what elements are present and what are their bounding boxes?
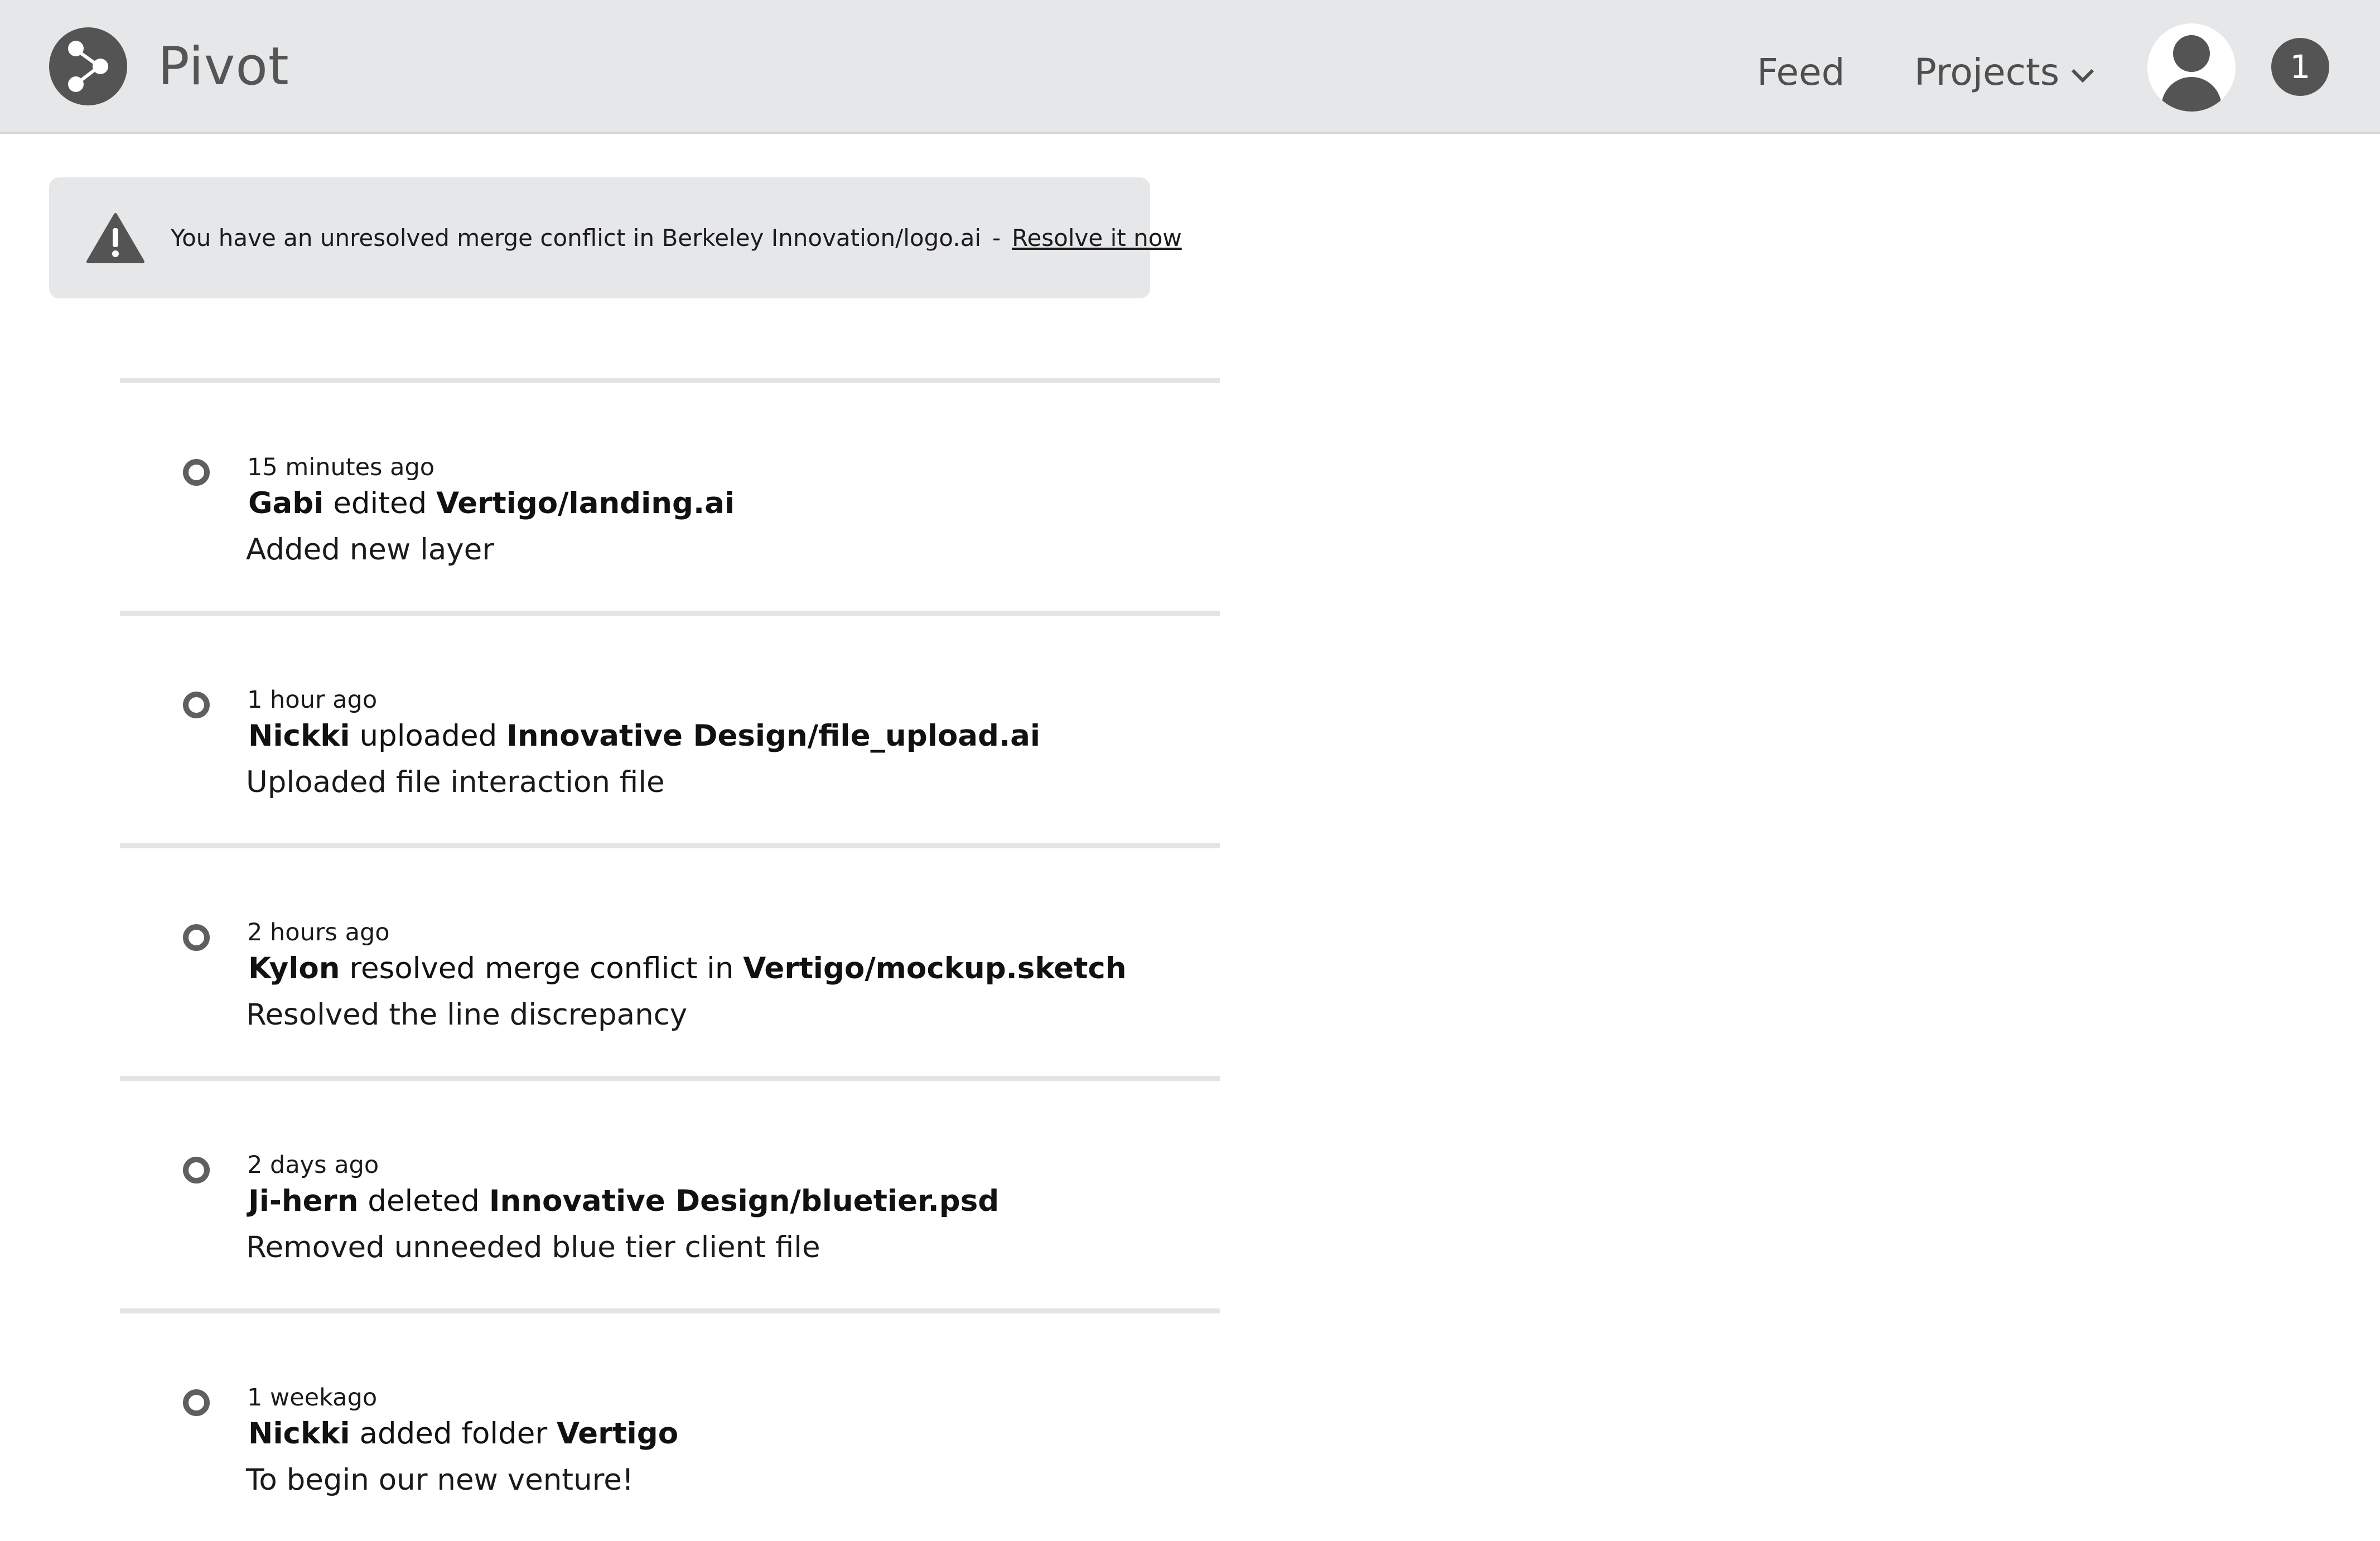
brand[interactable]: Pivot xyxy=(49,27,289,105)
feed-action: added folder xyxy=(359,1417,548,1451)
timeline-dot-icon xyxy=(183,459,210,486)
resolve-now-link[interactable]: Resolve it now xyxy=(1012,224,1182,252)
nav-projects-label: Projects xyxy=(1914,51,2060,94)
feed-headline: Gabi edited Vertigo/landing.ai xyxy=(248,486,735,520)
divider xyxy=(120,1308,1220,1313)
feed-time: 2 days ago xyxy=(247,1151,379,1179)
timeline-dot-icon xyxy=(183,1389,210,1416)
feed-target[interactable]: Innovative Design/file_upload.ai xyxy=(506,719,1040,753)
feed-item[interactable]: 1 weekago Nickki added folder Vertigo To… xyxy=(120,1313,1220,1541)
timeline-dot-icon xyxy=(183,1157,210,1183)
notification-badge[interactable]: 1 xyxy=(2271,38,2329,96)
feed-item[interactable]: 1 hour ago Nickki uploaded Innovative De… xyxy=(120,616,1220,843)
alert-message: You have an unresolved merge conflict in… xyxy=(171,224,981,252)
timeline-dot-icon xyxy=(183,692,210,718)
feed-item[interactable]: 2 days ago Ji-hern deleted Innovative De… xyxy=(120,1081,1220,1308)
feed-user[interactable]: Kylon xyxy=(248,951,340,986)
feed-headline: Ji-hern deleted Innovative Design/blueti… xyxy=(248,1184,999,1218)
feed-user[interactable]: Nickki xyxy=(248,719,350,753)
feed-action: deleted xyxy=(368,1184,480,1218)
feed-message: Uploaded file interaction file xyxy=(246,765,665,799)
divider xyxy=(120,843,1220,848)
feed-action: resolved merge conflict in xyxy=(349,951,734,986)
feed-headline: Kylon resolved merge conflict in Vertigo… xyxy=(248,951,1127,986)
divider xyxy=(120,378,1220,383)
feed-time: 2 hours ago xyxy=(247,919,390,946)
activity-feed: 15 minutes ago Gabi edited Vertigo/landi… xyxy=(120,378,1220,1541)
feed-time: 1 weekago xyxy=(247,1384,378,1412)
nav-projects-dropdown[interactable]: Projects xyxy=(1914,46,2095,99)
merge-conflict-alert: You have an unresolved merge conflict in… xyxy=(49,177,1182,298)
timeline-dot-icon xyxy=(183,924,210,951)
app-name: Pivot xyxy=(158,36,289,97)
feed-message: Removed unneeded blue tier client file xyxy=(246,1230,820,1264)
feed-target[interactable]: Vertigo/mockup.sketch xyxy=(743,951,1126,986)
divider xyxy=(120,611,1220,616)
nav-feed-link[interactable]: Feed xyxy=(1757,46,1845,99)
chevron-down-icon xyxy=(2072,69,2094,83)
feed-headline: Nickki uploaded Innovative Design/file_u… xyxy=(248,719,1040,753)
user-avatar-icon xyxy=(2161,35,2222,112)
feed-headline: Nickki added folder Vertigo xyxy=(248,1417,678,1451)
divider xyxy=(120,1076,1220,1081)
feed-action: edited xyxy=(333,486,427,520)
feed-time: 1 hour ago xyxy=(247,686,378,714)
share-network-icon xyxy=(49,27,127,105)
feed-time: 15 minutes ago xyxy=(247,453,435,481)
feed-item[interactable]: 15 minutes ago Gabi edited Vertigo/landi… xyxy=(120,383,1220,611)
feed-user[interactable]: Ji-hern xyxy=(248,1184,358,1218)
alert-separator: - xyxy=(992,224,1001,252)
warning-triangle-icon xyxy=(86,212,144,263)
feed-user[interactable]: Nickki xyxy=(248,1417,350,1451)
feed-message: Added new layer xyxy=(246,533,495,567)
feed-message: Resolved the line discrepancy xyxy=(246,998,688,1032)
feed-user[interactable]: Gabi xyxy=(248,486,324,520)
feed-target[interactable]: Vertigo/landing.ai xyxy=(436,486,735,520)
feed-target[interactable]: Vertigo xyxy=(557,1417,678,1451)
top-nav-bar: Pivot Feed Projects 1 xyxy=(0,0,2380,134)
feed-action: uploaded xyxy=(359,719,498,753)
user-avatar-button[interactable] xyxy=(2147,23,2236,112)
feed-target[interactable]: Innovative Design/bluetier.psd xyxy=(489,1184,999,1218)
feed-message: To begin our new venture! xyxy=(246,1463,634,1497)
feed-item[interactable]: 2 hours ago Kylon resolved merge conflic… xyxy=(120,848,1220,1076)
